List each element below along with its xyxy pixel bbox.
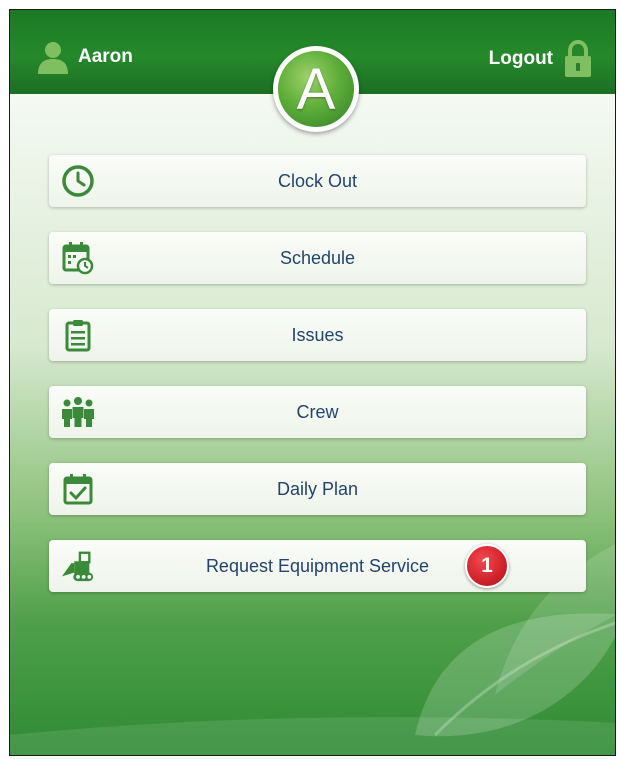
user-profile[interactable]: Aaron	[36, 40, 133, 74]
calendar-check-icon	[61, 472, 95, 506]
issues-label: Issues	[291, 324, 344, 345]
ground-curve-decoration	[10, 717, 615, 755]
clock-out-button[interactable]: Clock Out	[49, 155, 586, 207]
schedule-button[interactable]: Schedule	[49, 232, 586, 284]
daily-plan-label: Daily Plan	[276, 478, 359, 499]
app-window: Aaron Logout A Clock Out Schedule Issues…	[9, 9, 616, 756]
calendar-clock-icon	[61, 241, 95, 275]
loader-vehicle-icon	[61, 549, 95, 583]
crew-label: Crew	[296, 401, 339, 422]
crew-button[interactable]: Crew	[49, 386, 586, 438]
user-icon	[38, 42, 68, 74]
app-logo: A	[273, 46, 359, 132]
main-menu: Clock Out Schedule Issues Crew Daily Pla…	[49, 155, 586, 617]
issues-button[interactable]: Issues	[49, 309, 586, 361]
request-equipment-service-button[interactable]: Request Equipment Service 1	[49, 540, 586, 592]
people-group-icon	[61, 395, 95, 429]
clock-icon	[61, 164, 95, 198]
request-equipment-service-label: Request Equipment Service	[205, 555, 430, 576]
clipboard-icon	[61, 318, 95, 352]
daily-plan-button[interactable]: Daily Plan	[49, 463, 586, 515]
clock-out-label: Clock Out	[277, 170, 358, 191]
notification-badge: 1	[465, 544, 509, 588]
schedule-label: Schedule	[279, 247, 356, 268]
lock-icon	[565, 40, 591, 77]
logout-button[interactable]: Logout	[489, 40, 593, 78]
logout-label: Logout	[488, 48, 553, 69]
logo-letter: A	[278, 51, 354, 127]
user-name: Aaron	[78, 46, 133, 67]
